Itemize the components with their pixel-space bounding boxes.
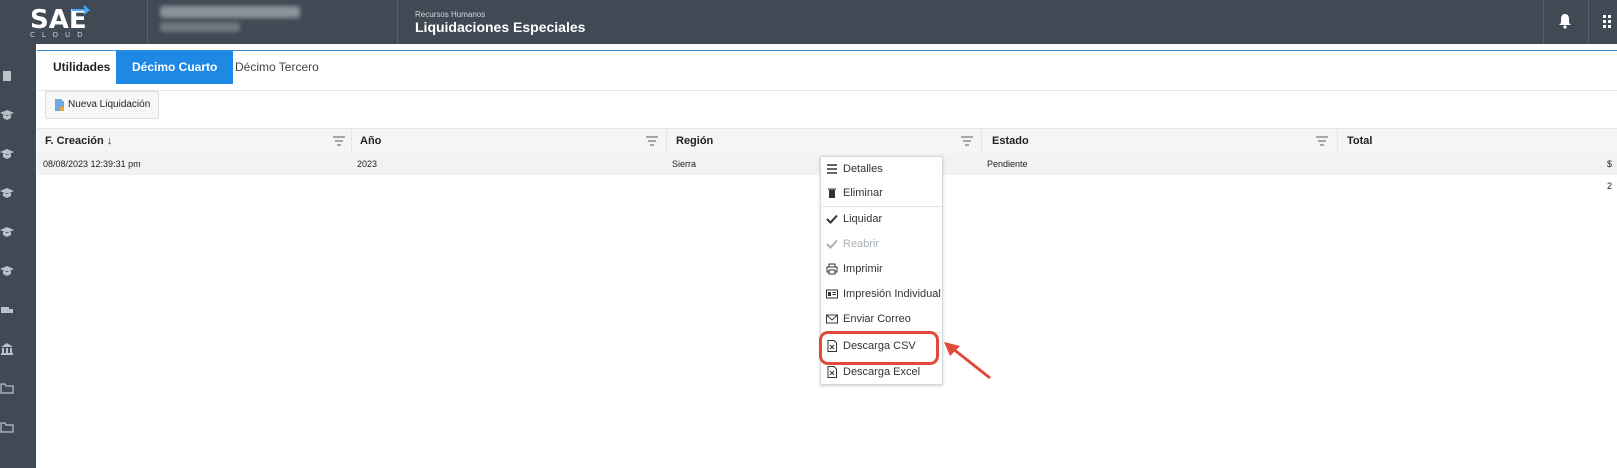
menu-item-liquidar[interactable]: Liquidar (821, 207, 942, 231)
filter-icon[interactable] (645, 135, 659, 147)
sidebar (0, 44, 36, 468)
cell-total: $ 2 (1607, 159, 1613, 191)
divider (147, 0, 148, 44)
page-title: Liquidaciones Especiales (415, 19, 586, 35)
filter-icon[interactable] (332, 135, 346, 147)
graduation-cap-icon[interactable] (0, 147, 14, 161)
grid-header: F. Creación ↓ Año Región Estado Total (37, 128, 1617, 154)
divider (397, 0, 398, 44)
company-name-blurred (160, 6, 300, 18)
printer-icon (826, 263, 838, 275)
building-icon[interactable] (0, 69, 14, 83)
main-content: Utilidades Décimo Cuarto Décimo Tercero … (37, 44, 1617, 468)
folder-icon[interactable] (0, 420, 14, 434)
column-separator (981, 129, 982, 153)
menu-item-eliminar[interactable]: Eliminar (821, 181, 942, 205)
bank-icon[interactable] (0, 342, 14, 356)
new-liquidation-label: Nueva Liquidación (68, 99, 151, 110)
folder-icon[interactable] (0, 381, 14, 395)
bell-icon (1559, 14, 1571, 29)
apps-grid-icon (1603, 15, 1611, 28)
graduation-cap-icon[interactable] (0, 264, 14, 278)
menu-item-impresion-individual[interactable]: Impresión Individual (821, 282, 942, 306)
column-separator (351, 129, 352, 153)
menu-item-reabrir[interactable]: Reabrir (821, 232, 942, 256)
graduation-cap-icon[interactable] (0, 186, 14, 200)
column-header-anio[interactable]: Año (360, 129, 381, 153)
logo-subtitle: CLOUD (30, 31, 90, 39)
column-header-estado[interactable]: Estado (992, 129, 1029, 153)
column-separator (1337, 129, 1338, 153)
apps-button[interactable] (1588, 0, 1617, 44)
notifications-button[interactable] (1543, 0, 1588, 44)
new-liquidation-button[interactable]: Nueva Liquidación (45, 91, 160, 119)
trash-icon (828, 188, 836, 198)
tab-utilidades[interactable]: Utilidades (37, 51, 126, 84)
check-icon (826, 214, 838, 224)
cell-fecha: 08/08/2023 12:39:31 pm (43, 159, 141, 169)
column-separator (666, 129, 667, 153)
menu-item-imprimir[interactable]: Imprimir (821, 257, 942, 281)
file-excel-icon (827, 366, 837, 378)
company-id-blurred (160, 22, 240, 32)
cell-anio: 2023 (357, 159, 378, 169)
annotation-highlight (819, 331, 939, 365)
filter-icon[interactable] (1315, 135, 1329, 147)
tab-bar: Utilidades Décimo Cuarto Décimo Tercero (37, 50, 1617, 91)
module-label: Recursos Humanos (415, 10, 486, 19)
truck-icon[interactable] (0, 303, 14, 317)
cell-region: Sierra (672, 159, 697, 169)
top-bar: SAE CLOUD Recursos Humanos Liquidaciones… (0, 0, 1617, 44)
graduation-cap-icon[interactable] (0, 225, 14, 239)
column-header-total[interactable]: Total (1347, 129, 1372, 153)
list-icon (827, 164, 837, 174)
envelope-icon (826, 314, 838, 324)
filter-icon[interactable] (960, 135, 974, 147)
column-header-fecha[interactable]: F. Creación ↓ (45, 129, 112, 153)
menu-item-detalles[interactable]: Detalles (821, 157, 942, 181)
tab-decimo-cuarto[interactable]: Décimo Cuarto (116, 51, 234, 84)
annotation-arrow-icon (944, 342, 991, 380)
check-icon (826, 239, 838, 249)
menu-item-enviar-correo[interactable]: Enviar Correo (821, 307, 942, 331)
column-header-region[interactable]: Región (676, 129, 713, 153)
new-document-icon (55, 99, 64, 111)
tab-decimo-tercero[interactable]: Décimo Tercero (219, 51, 335, 84)
graduation-cap-icon[interactable] (0, 108, 14, 122)
cell-estado: Pendiente (987, 159, 1028, 169)
id-card-icon (826, 289, 838, 299)
